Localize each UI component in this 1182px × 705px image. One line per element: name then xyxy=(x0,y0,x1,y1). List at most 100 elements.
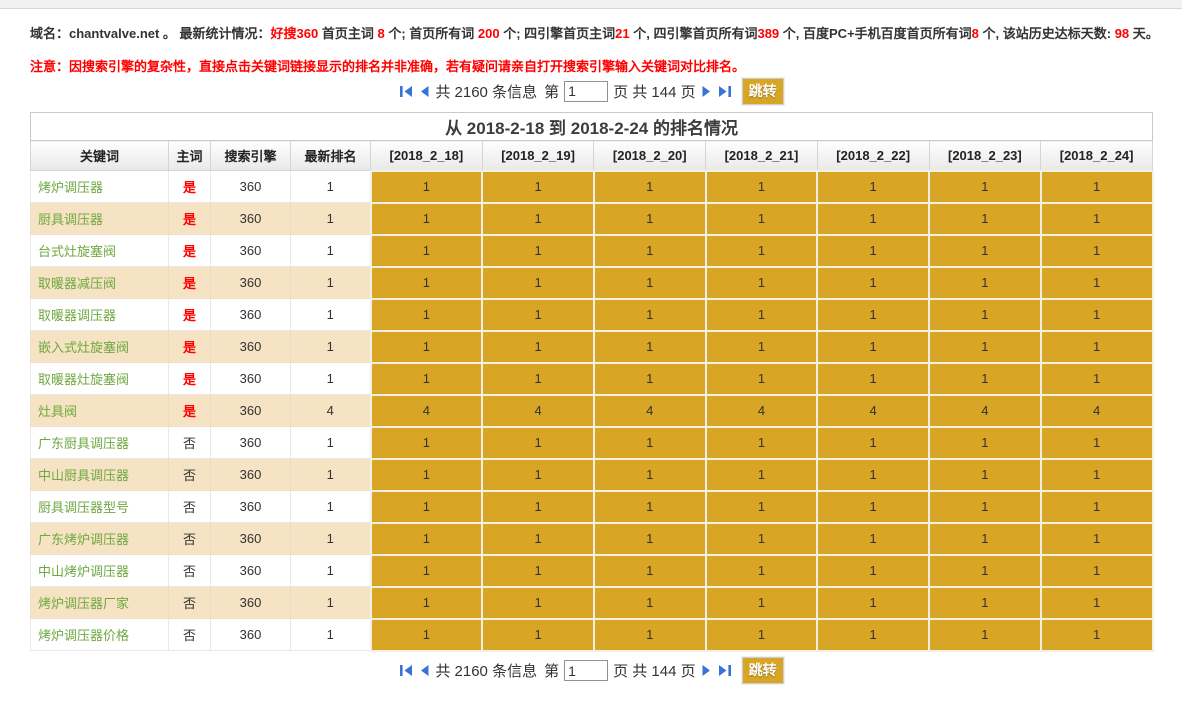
keyword-link[interactable]: 嵌入式灶旋塞阀 xyxy=(31,331,169,363)
prev-page-icon[interactable] xyxy=(419,86,430,97)
search-engine: 360 xyxy=(211,427,291,459)
search-engine: 360 xyxy=(211,395,291,427)
first-page-icon[interactable] xyxy=(398,86,414,97)
column-header: 主词 xyxy=(169,141,211,171)
keyword-link[interactable]: 取暖器调压器 xyxy=(31,299,169,331)
next-page-icon[interactable] xyxy=(701,665,712,676)
stat-text: 个, 该站历史达标天数: xyxy=(979,26,1115,41)
keyword-link[interactable]: 厨具调压器 xyxy=(31,203,169,235)
daily-rank-cell: 1 xyxy=(594,491,706,523)
table-row: 烤炉调压器厂家否36011111111 xyxy=(31,587,1153,619)
daily-rank-cell: 1 xyxy=(817,427,929,459)
search-engine: 360 xyxy=(211,171,291,203)
pager-page-suffix: 页 共 144 页 xyxy=(613,660,696,681)
latest-rank: 1 xyxy=(291,267,371,299)
stat-text: 首页主词 xyxy=(318,26,377,41)
keyword-link[interactable]: 取暖器灶旋塞阀 xyxy=(31,363,169,395)
latest-rank: 1 xyxy=(291,203,371,235)
daily-rank-cell: 1 xyxy=(482,523,594,555)
stat-text: 个, 四引擎首页所有词 xyxy=(630,26,758,41)
stat-value: 8 xyxy=(972,26,979,41)
latest-rank: 1 xyxy=(291,555,371,587)
page-number-input[interactable] xyxy=(564,81,608,102)
column-header: [2018_2_24] xyxy=(1041,141,1153,171)
daily-rank-cell: 1 xyxy=(482,427,594,459)
daily-rank-cell: 1 xyxy=(482,587,594,619)
daily-rank-cell: 1 xyxy=(482,267,594,299)
daily-rank-cell: 1 xyxy=(371,427,483,459)
latest-rank: 1 xyxy=(291,587,371,619)
daily-rank-cell: 1 xyxy=(1041,587,1153,619)
keyword-link[interactable]: 厨具调压器型号 xyxy=(31,491,169,523)
last-page-icon[interactable] xyxy=(717,86,733,97)
daily-rank-cell: 1 xyxy=(371,171,483,203)
main-word-flag: 否 xyxy=(169,459,211,491)
keyword-link[interactable]: 烤炉调压器厂家 xyxy=(31,587,169,619)
main-word-flag: 是 xyxy=(169,267,211,299)
prev-page-icon[interactable] xyxy=(419,665,430,676)
latest-rank: 1 xyxy=(291,235,371,267)
daily-rank-cell: 1 xyxy=(929,267,1041,299)
daily-rank-cell: 1 xyxy=(371,331,483,363)
daily-rank-cell: 1 xyxy=(594,619,706,651)
daily-rank-cell: 1 xyxy=(482,363,594,395)
keyword-link[interactable]: 灶具阀 xyxy=(31,395,169,427)
search-engine: 360 xyxy=(211,267,291,299)
jump-button[interactable]: 跳转 xyxy=(742,78,784,105)
keyword-link[interactable]: 烤炉调压器价格 xyxy=(31,619,169,651)
jump-button[interactable]: 跳转 xyxy=(742,657,784,684)
pager-page-prefix: 第 xyxy=(544,660,559,681)
daily-rank-cell: 1 xyxy=(929,523,1041,555)
daily-rank-cell: 1 xyxy=(594,171,706,203)
daily-rank-cell: 1 xyxy=(929,459,1041,491)
pager-page-suffix: 页 共 144 页 xyxy=(613,81,696,102)
daily-rank-cell: 1 xyxy=(371,555,483,587)
search-engine: 360 xyxy=(211,203,291,235)
daily-rank-cell: 1 xyxy=(482,299,594,331)
keyword-link[interactable]: 中山厨具调压器 xyxy=(31,459,169,491)
table-row: 取暖器调压器是36011111111 xyxy=(31,299,1153,331)
keyword-link[interactable]: 烤炉调压器 xyxy=(31,171,169,203)
table-row: 嵌入式灶旋塞阀是36011111111 xyxy=(31,331,1153,363)
keyword-link[interactable]: 中山烤炉调压器 xyxy=(31,555,169,587)
column-header: 关键词 xyxy=(31,141,169,171)
daily-rank-cell: 1 xyxy=(482,331,594,363)
daily-rank-cell: 1 xyxy=(1041,331,1153,363)
table-row: 广东厨具调压器否36011111111 xyxy=(31,427,1153,459)
pager-total-text: 共 2160 条信息 xyxy=(435,660,537,681)
latest-rank: 1 xyxy=(291,363,371,395)
main-word-flag: 是 xyxy=(169,331,211,363)
main-word-flag: 是 xyxy=(169,395,211,427)
latest-rank: 1 xyxy=(291,427,371,459)
last-page-icon[interactable] xyxy=(717,665,733,676)
daily-rank-cell: 1 xyxy=(482,491,594,523)
keyword-link[interactable]: 台式灶旋塞阀 xyxy=(31,235,169,267)
daily-rank-cell: 1 xyxy=(817,523,929,555)
keyword-link[interactable]: 广东厨具调压器 xyxy=(31,427,169,459)
domain-stats-line: 域名：chantvalve.net 。 最新统计情况：好搜360 首页主词 8 … xyxy=(30,15,1152,44)
latest-rank: 4 xyxy=(291,395,371,427)
search-engine: 360 xyxy=(211,619,291,651)
daily-rank-cell: 1 xyxy=(706,331,818,363)
first-page-icon[interactable] xyxy=(398,665,414,676)
daily-rank-cell: 1 xyxy=(817,587,929,619)
keyword-link[interactable]: 取暖器减压阀 xyxy=(31,267,169,299)
daily-rank-cell: 1 xyxy=(371,267,483,299)
main-word-flag: 是 xyxy=(169,235,211,267)
table-row: 取暖器灶旋塞阀是36011111111 xyxy=(31,363,1153,395)
table-row: 台式灶旋塞阀是36011111111 xyxy=(31,235,1153,267)
column-header: [2018_2_23] xyxy=(929,141,1041,171)
daily-rank-cell: 1 xyxy=(371,299,483,331)
keyword-link[interactable]: 广东烤炉调压器 xyxy=(31,523,169,555)
daily-rank-cell: 1 xyxy=(1041,267,1153,299)
main-word-flag: 是 xyxy=(169,203,211,235)
daily-rank-cell: 1 xyxy=(1041,427,1153,459)
daily-rank-cell: 1 xyxy=(817,619,929,651)
search-engine: 360 xyxy=(211,459,291,491)
page-number-input[interactable] xyxy=(564,660,608,681)
daily-rank-cell: 1 xyxy=(817,491,929,523)
daily-rank-cell: 1 xyxy=(706,491,818,523)
daily-rank-cell: 1 xyxy=(817,171,929,203)
next-page-icon[interactable] xyxy=(701,86,712,97)
daily-rank-cell: 1 xyxy=(929,555,1041,587)
